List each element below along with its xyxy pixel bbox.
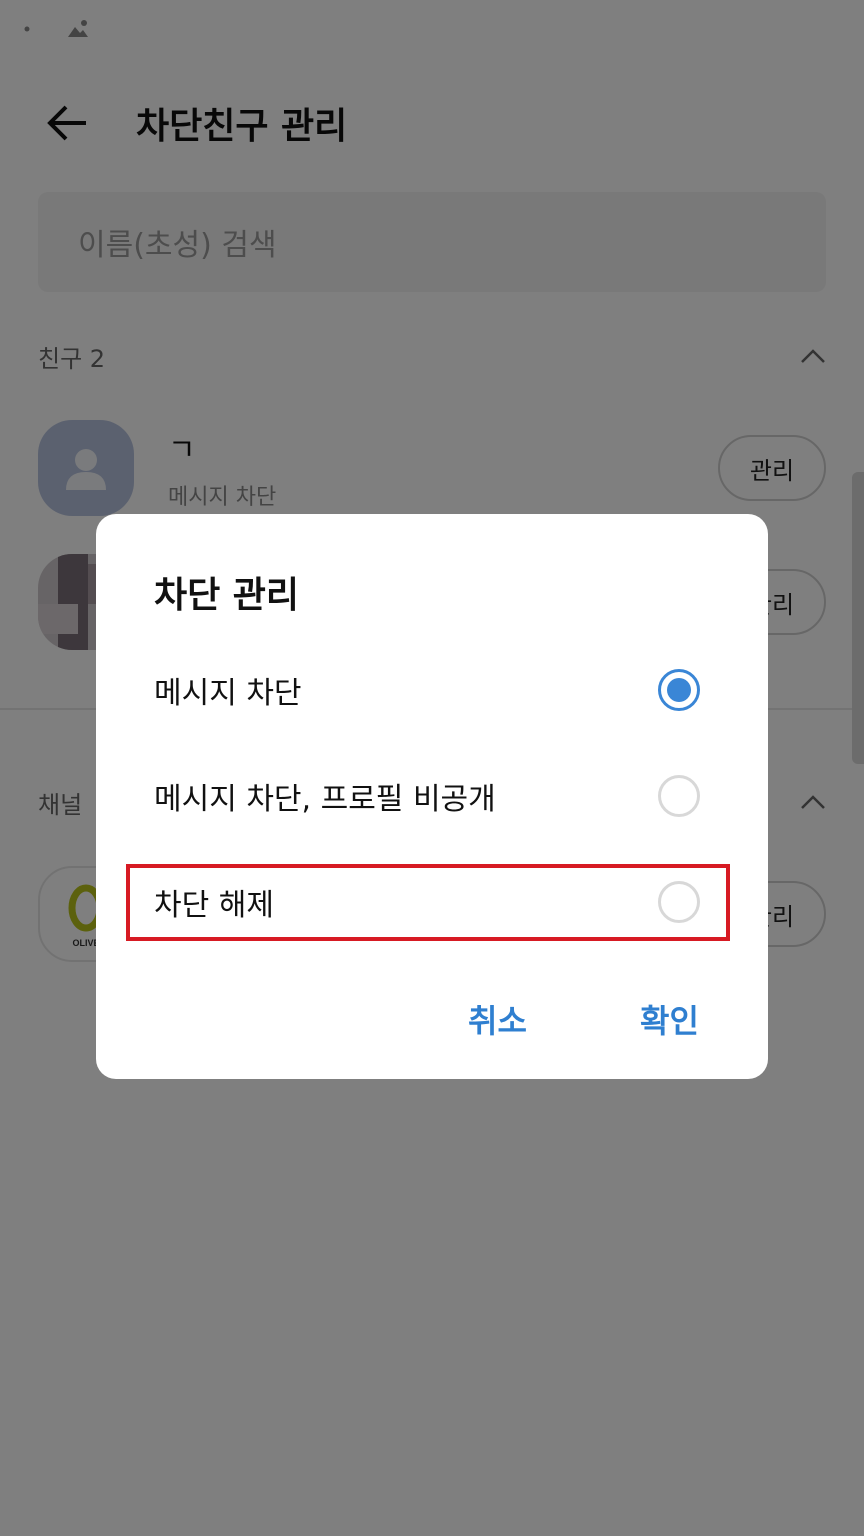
cancel-button[interactable]: 취소 [468,996,527,1042]
option-block-messages[interactable]: 메시지 차단 [126,652,730,728]
option-block-and-hide-profile[interactable]: 메시지 차단, 프로필 비공개 [126,758,730,834]
confirm-button[interactable]: 확인 [640,996,699,1042]
highlight-box [126,864,730,941]
radio-selected[interactable] [658,669,700,711]
dialog-title: 차단 관리 [154,575,300,616]
option-label: 메시지 차단 [154,676,302,711]
radio-unselected[interactable] [658,775,700,817]
block-management-dialog: 차단 관리 메시지 차단 메시지 차단, 프로필 비공개 차단 해제 취소 확인 [96,514,768,1079]
option-label: 메시지 차단, 프로필 비공개 [154,782,496,817]
radio-dot [667,678,691,702]
